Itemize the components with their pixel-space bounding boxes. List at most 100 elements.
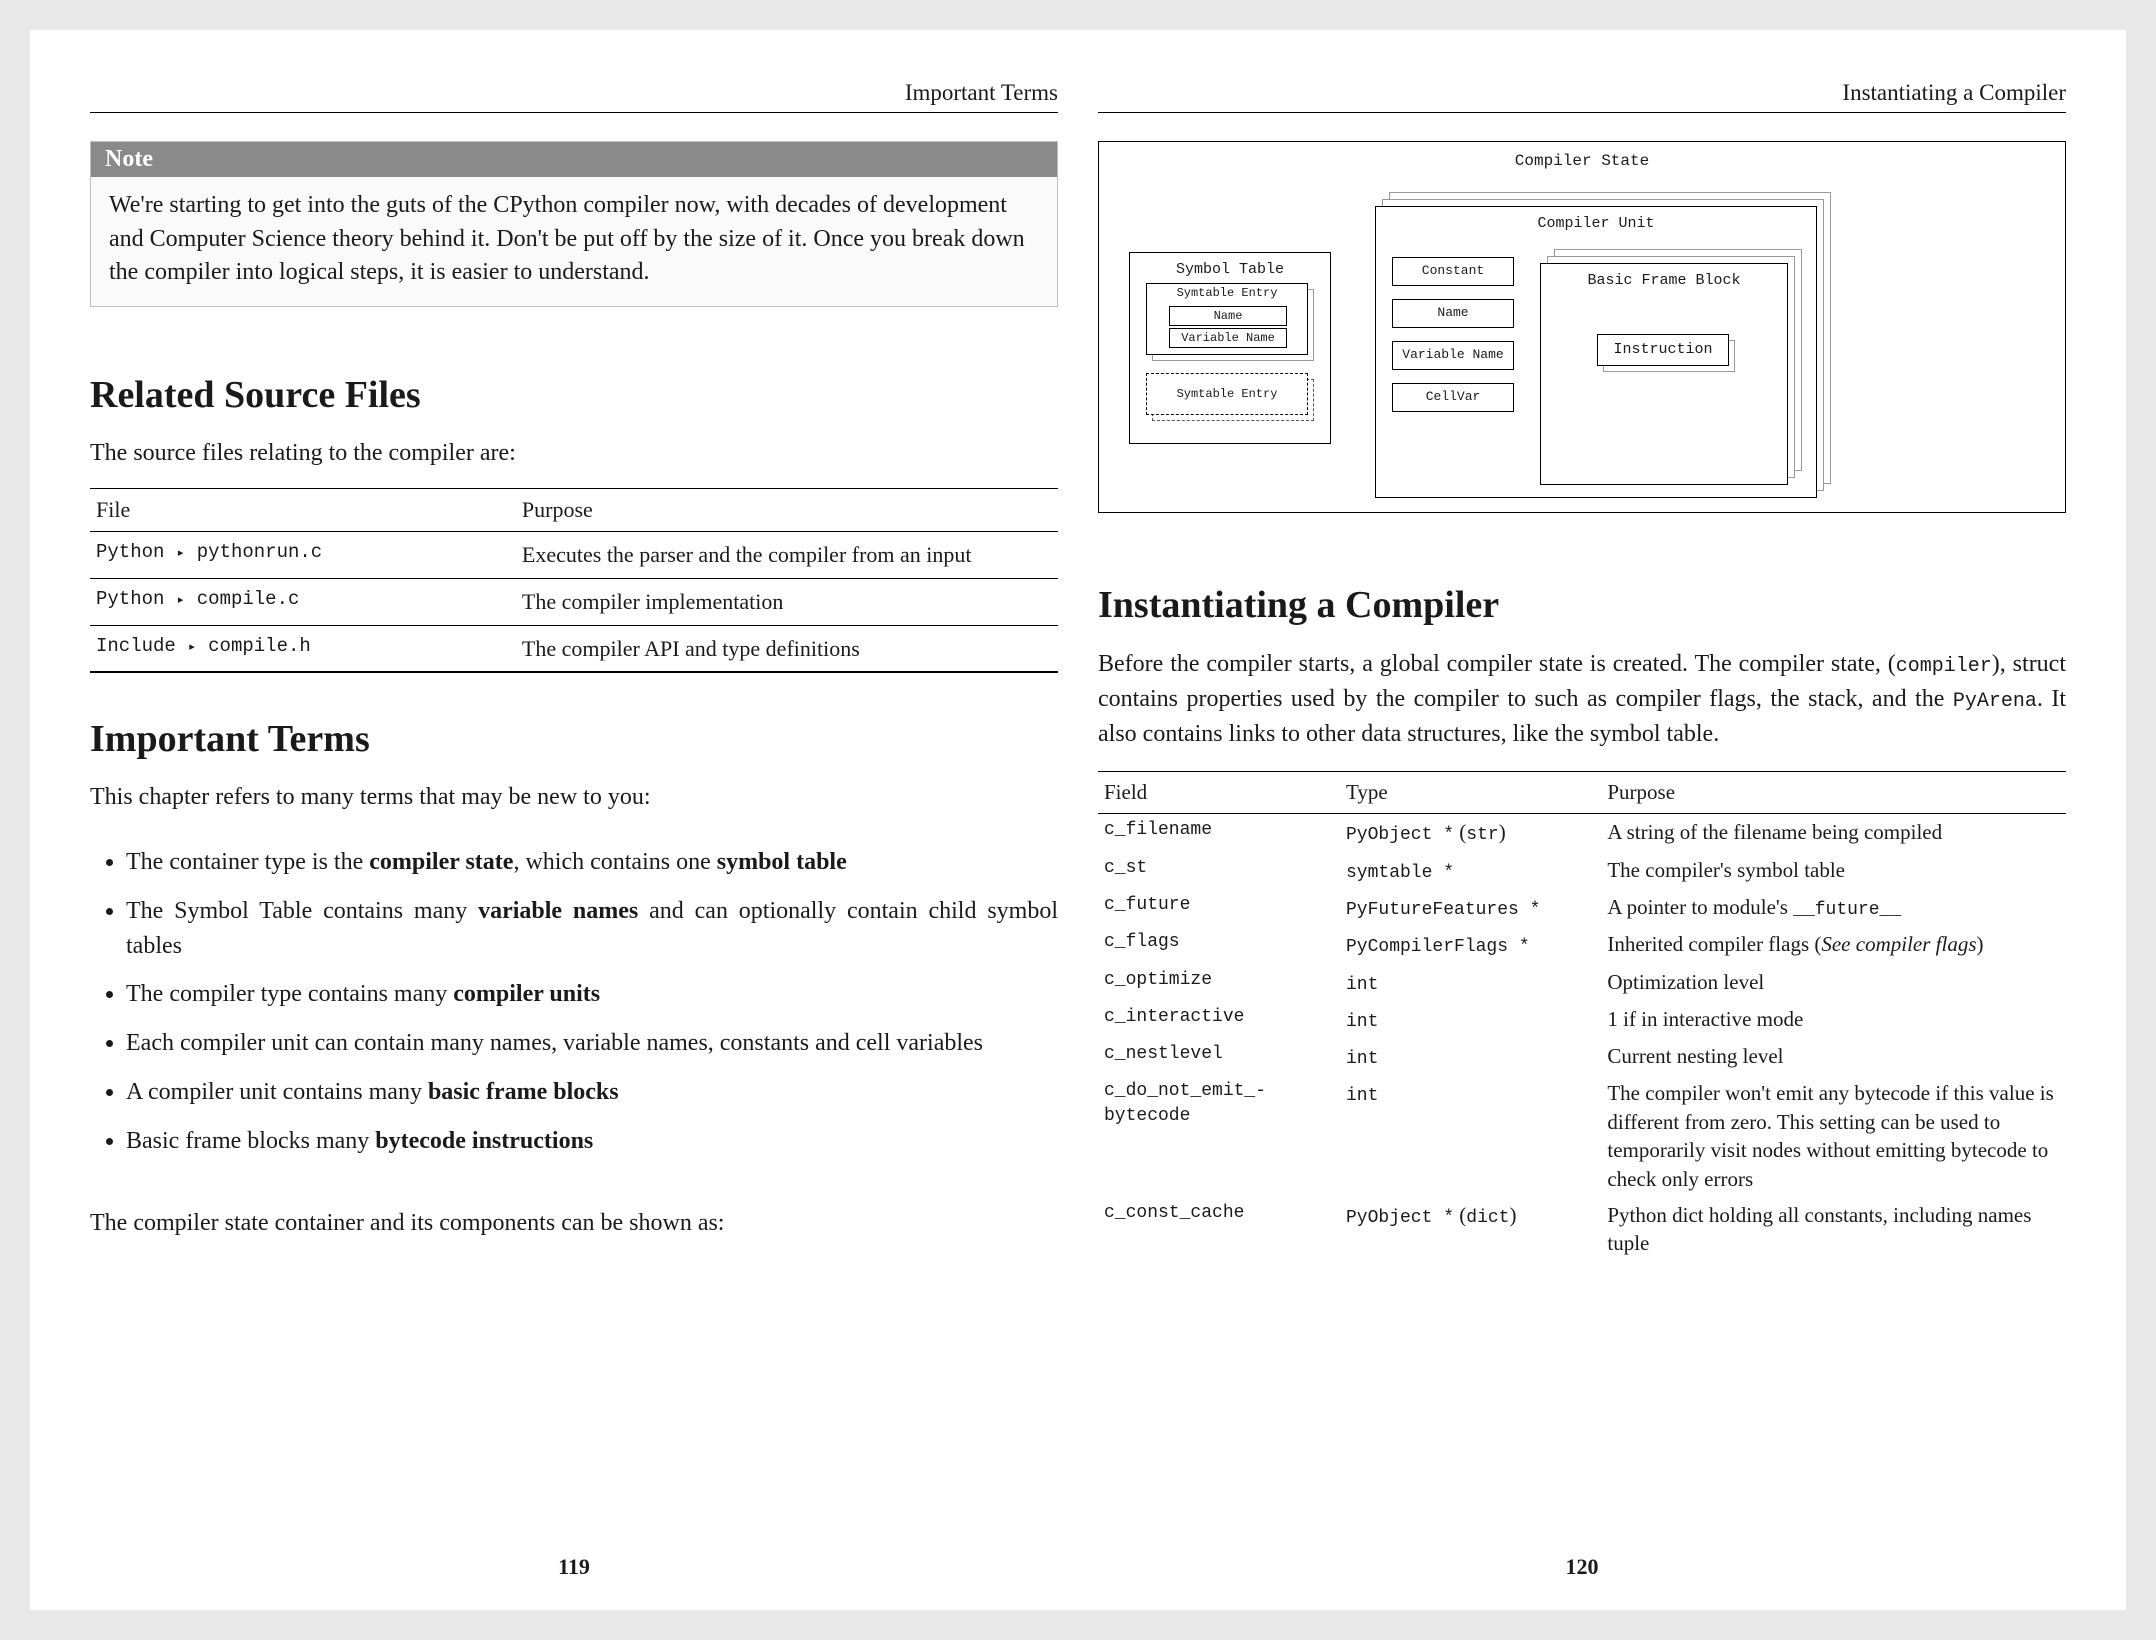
symtable-entry-label: Symtable Entry (1147, 284, 1307, 302)
purpose-cell: Inherited compiler flags (See compiler f… (1601, 926, 2066, 963)
table-row: c_filenamePyObject * (str)A string of th… (1098, 814, 2066, 852)
symbol-table-label: Symbol Table (1130, 261, 1330, 278)
type-cell: PyCompilerFlags * (1340, 926, 1601, 963)
field-cell: c_filename (1098, 814, 1340, 852)
field-cell: c_interactive (1098, 1001, 1340, 1038)
inst-p1: Before the compiler starts, a global com… (1098, 651, 1896, 677)
related-lead: The source files relating to the compile… (90, 437, 1058, 471)
file-cell: Include ▸ compile.h (90, 625, 516, 672)
diagram-title: Compiler State (1099, 152, 2065, 170)
list-item: Basic frame blocks many bytecode instruc… (126, 1124, 1058, 1159)
name-box: Name (1169, 306, 1287, 326)
table-row: c_flagsPyCompilerFlags *Inherited compil… (1098, 926, 2066, 963)
type-cell: PyObject * (dict) (1340, 1197, 1601, 1262)
terms-list: The container type is the compiler state… (90, 845, 1058, 1173)
note-box: Note We're starting to get into the guts… (90, 141, 1058, 307)
purpose-cell: A pointer to module's __future__ (1601, 889, 2066, 926)
purpose-cell: Optimization level (1601, 964, 2066, 1001)
compiler-unit-box: Compiler Unit Constant Name Variable Nam… (1375, 206, 1817, 498)
fields-table: Field Type Purpose c_filenamePyObject * … (1098, 771, 2066, 1261)
type-cell: int (1340, 964, 1601, 1001)
purpose-cell: Executes the parser and the compiler fro… (516, 532, 1058, 579)
type-cell: int (1340, 1038, 1601, 1075)
list-item: The Symbol Table contains many variable … (126, 894, 1058, 964)
variable-name-box: Variable Name (1169, 328, 1287, 348)
table-row: c_stsymtable *The compiler's symbol tabl… (1098, 852, 2066, 889)
file-cell: Python ▸ pythonrun.c (90, 532, 516, 579)
basic-frame-block-box: Basic Frame Block Instruction (1540, 263, 1788, 485)
type-cell: symtable * (1340, 852, 1601, 889)
page-left: Important Terms Note We're starting to g… (90, 80, 1058, 1580)
table-row: c_do_not_emit_-bytecodeintThe compiler w… (1098, 1075, 2066, 1196)
list-item: The container type is the compiler state… (126, 845, 1058, 880)
purpose-cell: Python dict holding all constants, inclu… (1601, 1197, 2066, 1262)
type-cell: int (1340, 1075, 1601, 1196)
col-field: Field (1098, 772, 1340, 814)
instruction-box: Instruction (1597, 334, 1729, 366)
col-type: Type (1340, 772, 1601, 814)
compiler-state-diagram: Compiler State Symbol Table Symtable Ent… (1098, 141, 2066, 513)
field-cell: c_optimize (1098, 964, 1340, 1001)
list-item: A compiler unit contains many basic fram… (126, 1075, 1058, 1110)
terms-lead: This chapter refers to many terms that m… (90, 781, 1058, 815)
purpose-cell: The compiler's symbol table (1601, 852, 2066, 889)
list-item: The compiler type contains many compiler… (126, 977, 1058, 1012)
purpose-cell: The compiler won't emit any bytecode if … (1601, 1075, 2066, 1196)
page-right: Instantiating a Compiler Compiler State … (1098, 80, 2066, 1580)
col-purpose2: Purpose (1601, 772, 2066, 814)
inst-c1: compiler (1896, 655, 1992, 678)
field-cell: c_st (1098, 852, 1340, 889)
col-file: File (90, 489, 516, 532)
source-files-table: File Purpose Python ▸ pythonrun.cExecute… (90, 488, 1058, 673)
heading-important-terms: Important Terms (90, 717, 1058, 761)
basic-frame-block-label: Basic Frame Block (1541, 272, 1787, 289)
purpose-cell: The compiler implementation (516, 579, 1058, 626)
table-row: c_interactiveint1 if in interactive mode (1098, 1001, 2066, 1038)
header-text: Important Terms (905, 80, 1058, 106)
page-number-left: 119 (90, 1554, 1058, 1580)
heading-instantiating: Instantiating a Compiler (1098, 583, 2066, 627)
inst-c2: PyArena (1953, 690, 2037, 713)
purpose-cell: Current nesting level (1601, 1038, 2066, 1075)
symtable-entry-dashed: Symtable Entry (1146, 373, 1308, 415)
cellvar-box: CellVar (1392, 383, 1514, 412)
running-header-right: Instantiating a Compiler (1098, 80, 2066, 113)
field-cell: c_const_cache (1098, 1197, 1340, 1262)
table-row: Python ▸ pythonrun.cExecutes the parser … (90, 532, 1058, 579)
table-row: c_futurePyFutureFeatures *A pointer to m… (1098, 889, 2066, 926)
table-row: Python ▸ compile.cThe compiler implement… (90, 579, 1058, 626)
variable-name-box2: Variable Name (1392, 341, 1514, 370)
table-row: c_const_cachePyObject * (dict)Python dic… (1098, 1197, 2066, 1262)
type-cell: int (1340, 1001, 1601, 1038)
type-cell: PyFutureFeatures * (1340, 889, 1601, 926)
symtable-entry-label2: Symtable Entry (1147, 374, 1307, 392)
inst-para: Before the compiler starts, a global com… (1098, 647, 2066, 751)
page-spread: Important Terms Note We're starting to g… (30, 30, 2126, 1610)
purpose-cell: A string of the filename being compiled (1601, 814, 2066, 852)
note-body: We're starting to get into the guts of t… (91, 177, 1057, 306)
symbol-table-box: Symbol Table Symtable Entry Name Variabl… (1129, 252, 1331, 444)
terms-outro: The compiler state container and its com… (90, 1207, 1058, 1241)
list-item: Each compiler unit can contain many name… (126, 1026, 1058, 1061)
name-box2: Name (1392, 299, 1514, 328)
symtable-entry-box: Symtable Entry Name Variable Name (1146, 283, 1308, 355)
field-cell: c_do_not_emit_-bytecode (1098, 1075, 1340, 1196)
purpose-cell: 1 if in interactive mode (1601, 1001, 2066, 1038)
heading-related-source-files: Related Source Files (90, 373, 1058, 417)
col-purpose: Purpose (516, 489, 1058, 532)
field-cell: c_future (1098, 889, 1340, 926)
type-cell: PyObject * (str) (1340, 814, 1601, 852)
file-cell: Python ▸ compile.c (90, 579, 516, 626)
note-title: Note (91, 142, 1057, 177)
table-row: c_nestlevelintCurrent nesting level (1098, 1038, 2066, 1075)
compiler-unit-label: Compiler Unit (1376, 215, 1816, 232)
running-header-left: Important Terms (90, 80, 1058, 113)
table-row: c_optimizeintOptimization level (1098, 964, 2066, 1001)
field-cell: c_nestlevel (1098, 1038, 1340, 1075)
page-number-right: 120 (1098, 1554, 2066, 1580)
constant-box: Constant (1392, 257, 1514, 286)
header-text: Instantiating a Compiler (1842, 80, 2066, 106)
field-cell: c_flags (1098, 926, 1340, 963)
purpose-cell: The compiler API and type definitions (516, 625, 1058, 672)
table-row: Include ▸ compile.hThe compiler API and … (90, 625, 1058, 672)
